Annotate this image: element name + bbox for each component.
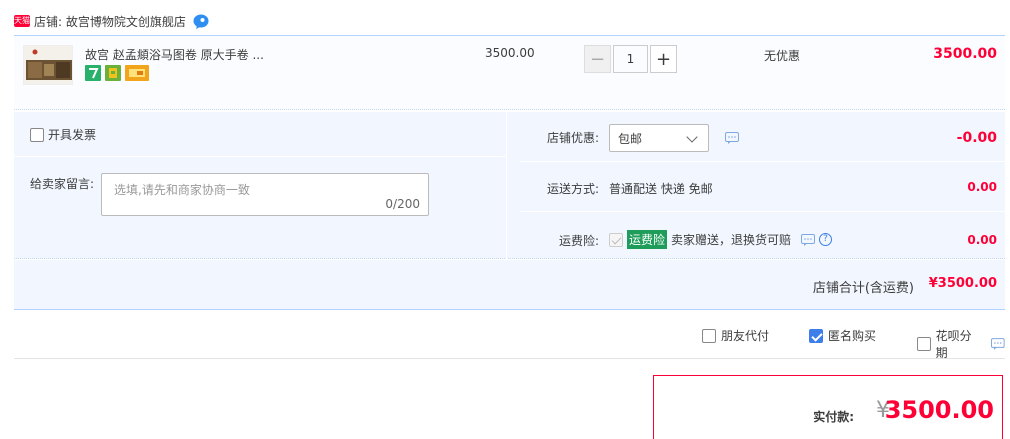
comment-icon[interactable] — [725, 132, 739, 144]
payment-amount: 3500.00 — [884, 396, 994, 424]
item-discount: 无优惠 — [764, 49, 801, 63]
memo-placeholder: 选填,请先和商家协商一致 — [114, 183, 250, 197]
quantity-increase-button[interactable]: + — [650, 45, 677, 73]
shipping-label: 运送方式: — [546, 182, 599, 196]
shop-name-link[interactable]: 店铺: 故宫博物院文创旗舰店 — [34, 13, 186, 30]
quantity-input[interactable]: 1 — [613, 45, 648, 73]
payment-summary-box: 实付款: ¥ 3500.00 — [653, 375, 1003, 439]
friend-pay-option[interactable]: 朋友代付 — [702, 327, 769, 344]
checkout-extras: 朋友代付 匿名购买 花呗分期 — [14, 311, 1005, 361]
product-thumbnail-icon[interactable] — [23, 45, 73, 85]
item-title-link[interactable]: 故宫 赵孟頫浴马图卷 原大手卷 ... — [85, 46, 264, 63]
shipping-value: 普通配送 快递 免邮 — [609, 182, 713, 196]
huabei-label: 花呗分期 — [935, 329, 972, 360]
shopping-bag-icon — [105, 65, 121, 81]
insurance-value: 运费险 卖家赠送，退换货可赔 ? — [609, 230, 833, 249]
credit-card-icon — [125, 65, 149, 81]
insurance-label: 运费险: — [558, 234, 599, 248]
seven-day-return-icon — [85, 65, 101, 81]
shop-discount-value: 包邮 — [609, 124, 739, 152]
chat-bubble-icon[interactable] — [193, 13, 209, 29]
anonymous-label: 匿名购买 — [828, 329, 877, 343]
insurance-row: 运费险: 运费险 卖家赠送，退换货可赔 ? 0.00 — [520, 212, 1005, 259]
memo-textarea[interactable]: 选填,请先和商家协商一致 0/200 — [101, 173, 429, 216]
huabei-option[interactable]: 花呗分期 — [917, 327, 1005, 361]
options-right: 店铺优惠: 包邮 -0.00 运送方式: 普通配送 快递 免邮 0.00 运费险… — [520, 112, 1005, 259]
shop-discount-select[interactable]: 包邮 — [609, 124, 709, 152]
invoice-label: 开具发票 — [48, 128, 97, 142]
friend-pay-checkbox[interactable] — [702, 328, 716, 343]
anonymous-option[interactable]: 匿名购买 — [809, 327, 876, 344]
comment-icon[interactable] — [991, 338, 1005, 350]
quantity-stepper: − 1 + — [584, 45, 677, 73]
options-left: 开具发票 给卖家留言: 选填,请先和商家协商一致 0/200 — [14, 112, 507, 259]
insurance-text: 卖家赠送，退换货可赔 — [671, 233, 792, 247]
memo-char-count: 0/200 — [385, 197, 420, 211]
unit-price: 3500.00 — [485, 46, 535, 60]
service-icons — [85, 65, 149, 81]
order-item-row: 故宫 赵孟頫浴马图卷 原大手卷 ... 3500.00 − 1 + 无优惠 35… — [14, 35, 1005, 110]
shop-header: 天猫 店铺: 故宫博物院文创旗舰店 — [14, 10, 209, 32]
shop-total-value: ¥3500.00 — [928, 276, 997, 291]
insurance-tag: 运费险 — [627, 230, 668, 249]
insurance-checkbox[interactable] — [609, 232, 623, 247]
invoice-checkbox[interactable] — [30, 127, 44, 142]
comment-icon[interactable] — [801, 233, 816, 246]
invoice-checkbox-label[interactable]: 开具发票 — [30, 126, 96, 143]
quantity-decrease-button[interactable]: − — [584, 45, 611, 73]
shop-discount-selected: 包邮 — [618, 131, 643, 146]
item-total-price: 3500.00 — [933, 46, 997, 62]
memo-label: 给卖家留言: — [30, 177, 95, 191]
shop-total-label: 店铺合计(含运费) — [812, 281, 914, 296]
chevron-down-icon — [686, 131, 698, 143]
tmall-badge: 天猫 — [14, 15, 30, 27]
anonymous-checkbox[interactable] — [809, 328, 823, 343]
huabei-checkbox[interactable] — [917, 337, 931, 351]
insurance-amount: 0.00 — [967, 233, 997, 247]
shop-discount-row: 店铺优惠: 包邮 -0.00 — [520, 112, 1005, 162]
memo-row: 给卖家留言: 选填,请先和商家协商一致 0/200 — [14, 157, 507, 259]
payment-label: 实付款: — [813, 410, 854, 424]
invoice-row: 开具发票 — [14, 112, 507, 157]
order-options: 开具发票 给卖家留言: 选填,请先和商家协商一致 0/200 店铺优惠: 包邮 … — [14, 112, 1005, 259]
shop-total-row: 店铺合计(含运费) ¥3500.00 — [14, 260, 1005, 310]
question-help-icon[interactable]: ? — [819, 233, 833, 246]
shipping-amount: 0.00 — [967, 180, 997, 194]
shop-discount-label: 店铺优惠: — [546, 131, 599, 145]
friend-pay-label: 朋友代付 — [721, 329, 770, 343]
shipping-row: 运送方式: 普通配送 快递 免邮 0.00 — [520, 162, 1005, 212]
shop-discount-amount: -0.00 — [956, 130, 997, 146]
